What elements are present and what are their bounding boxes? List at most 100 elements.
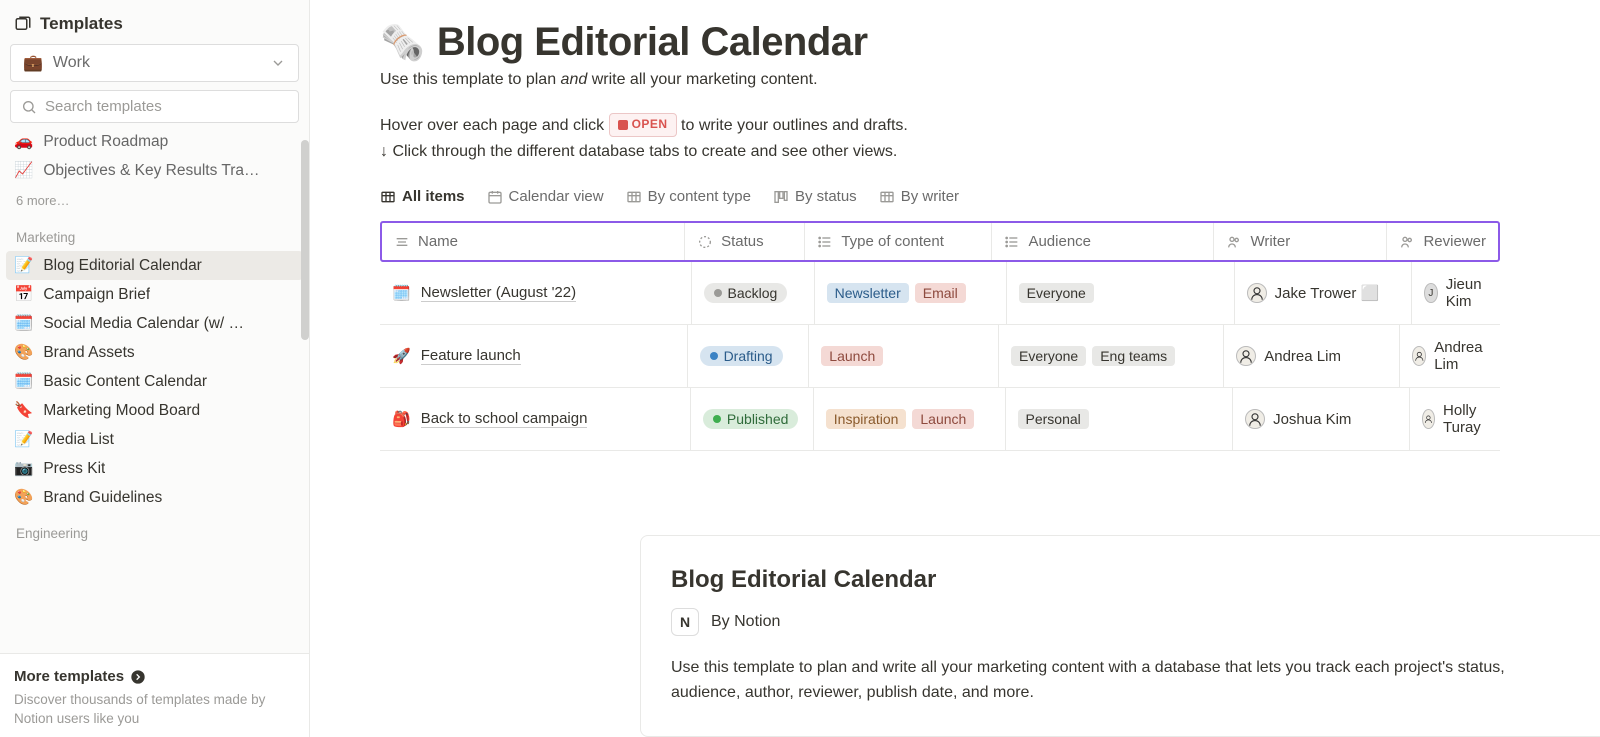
db-tab-label: By status	[795, 188, 857, 205]
search-input-wrapper[interactable]	[10, 90, 299, 123]
status-pill: Published	[703, 409, 799, 429]
row-icon: 🚀	[392, 347, 411, 365]
list-icon	[1004, 234, 1020, 250]
notion-icon: N	[671, 608, 699, 636]
type-tag: Launch	[821, 346, 883, 366]
table-row[interactable]: 🎒 Back to school campaign Published Inspi…	[380, 388, 1500, 451]
db-tab-label: By writer	[901, 188, 959, 205]
sidebar-item[interactable]: 📝Media List	[6, 425, 303, 454]
sidebar-item[interactable]: 📈 Objectives & Key Results Tra…	[6, 156, 303, 185]
page-description: Use this template to plan and write all …	[380, 71, 1500, 89]
avatar	[1247, 283, 1267, 303]
column-header-name[interactable]: Name	[382, 223, 685, 260]
writer-name: Andrea Lim	[1264, 348, 1341, 365]
db-tab[interactable]: By writer	[879, 188, 959, 205]
sidebar-item-label: Brand Guidelines	[43, 489, 162, 507]
audience-tag: Eng teams	[1092, 346, 1175, 366]
templates-header-label: Templates	[40, 14, 123, 34]
row-icon: 🎒	[392, 410, 411, 428]
writer-name: Jake Trower ⬜	[1275, 284, 1380, 302]
board-icon	[773, 189, 789, 205]
writer-name: Joshua Kim	[1273, 411, 1351, 428]
sidebar-item[interactable]: 🎨 Brand Assets	[6, 338, 303, 367]
type-tag: Inspiration	[826, 409, 907, 429]
people-icon	[1399, 234, 1415, 250]
sidebar-section-label: Engineering	[6, 512, 303, 547]
status-icon	[697, 234, 713, 250]
list-icon	[817, 234, 833, 250]
column-header-type[interactable]: Type of content	[805, 223, 992, 260]
type-tag: Newsletter	[827, 283, 909, 303]
sidebar-item-label: Press Kit	[43, 460, 105, 478]
status-pill: Drafting	[700, 346, 783, 366]
audience-tag: Personal	[1018, 409, 1089, 429]
calendar-icon	[487, 189, 503, 205]
sidebar-item-label: Social Media Calendar (w/ …	[43, 315, 244, 333]
more-templates-desc: Discover thousands of templates made by …	[14, 691, 295, 729]
chevron-down-icon	[270, 55, 286, 71]
sidebar-item[interactable]: 📅Campaign Brief	[6, 280, 303, 309]
item-icon: 📷	[14, 459, 33, 478]
row-title[interactable]: Feature launch	[421, 347, 521, 365]
sidebar-item[interactable]: 🎨 Brand Guidelines	[6, 483, 303, 512]
sidebar-item-label: Basic Content Calendar	[43, 373, 207, 391]
table-header-row: Name Status Type of content Audience Wri…	[380, 221, 1500, 262]
sidebar-more-link[interactable]: 6 more…	[6, 185, 303, 216]
table-row[interactable]: 🗓️Newsletter (August '22) Backlog Newsle…	[380, 262, 1500, 325]
db-tab-label: By content type	[648, 188, 751, 205]
more-templates-title[interactable]: More templates	[14, 668, 124, 685]
column-header-writer[interactable]: Writer	[1214, 223, 1387, 260]
avatar	[1412, 346, 1427, 366]
page-icon: 🗞️	[380, 22, 425, 64]
sidebar: Templates 💼 Work 🚗Product Roadmap📈Object	[0, 0, 310, 737]
audience-tag: Everyone	[1011, 346, 1086, 366]
workspace-select[interactable]: 💼 Work	[10, 44, 299, 82]
sidebar-item[interactable]: 🗓️Social Media Calendar (w/ …	[6, 309, 303, 338]
text-icon	[394, 234, 410, 250]
people-icon	[1226, 234, 1242, 250]
status-pill: Backlog	[704, 283, 788, 303]
template-card-title: Blog Editorial Calendar	[671, 566, 936, 594]
row-title[interactable]: Newsletter (August '22)	[421, 284, 576, 302]
template-card-desc: Use this template to plan and write all …	[671, 656, 1551, 706]
sidebar-item[interactable]: 📝Blog Editorial Calendar	[6, 251, 303, 280]
item-icon: 🎨	[14, 343, 33, 362]
search-input[interactable]	[45, 98, 288, 115]
page-title: Blog Editorial Calendar	[437, 20, 868, 65]
column-header-status[interactable]: Status	[685, 223, 805, 260]
column-header-audience[interactable]: Audience	[992, 223, 1214, 260]
sidebar-item[interactable]: 📷 Press Kit	[6, 454, 303, 483]
writer-person: Jake Trower ⬜	[1247, 283, 1380, 303]
template-info-card: Blog Editorial Calendar N By Notion Get …	[640, 535, 1600, 737]
sidebar-item[interactable]: 🚗Product Roadmap	[6, 127, 303, 156]
item-icon: 🗓️	[14, 372, 33, 391]
writer-person: Joshua Kim	[1245, 409, 1351, 429]
sidebar-item[interactable]: 🔖 Marketing Mood Board	[6, 396, 303, 425]
sidebar-item[interactable]: 🗓️ Basic Content Calendar	[6, 367, 303, 396]
sidebar-scrollbar[interactable]	[301, 140, 309, 340]
reviewer-name: Jieun Kim	[1446, 276, 1488, 310]
reviewer-name: Andrea Lim	[1434, 339, 1488, 373]
writer-person: Andrea Lim	[1236, 346, 1341, 366]
sidebar-item-label: Brand Assets	[43, 344, 134, 362]
db-tab[interactable]: By content type	[626, 188, 751, 205]
table-row[interactable]: 🚀 Feature launch Drafting Launch Everyone…	[380, 325, 1500, 388]
avatar: J	[1424, 283, 1438, 303]
sidebar-item-label: Objectives & Key Results Tra…	[43, 162, 259, 180]
item-icon: 📝	[14, 256, 33, 275]
type-tag: Launch	[912, 409, 974, 429]
table-icon	[879, 189, 895, 205]
item-icon: 🎨	[14, 488, 33, 507]
column-header-reviewer[interactable]: Reviewer	[1387, 223, 1498, 260]
row-title[interactable]: Back to school campaign	[421, 410, 588, 428]
item-icon: 🔖	[14, 401, 33, 420]
reviewer-person: J Jieun Kim	[1424, 276, 1488, 310]
item-icon: 📈	[14, 161, 33, 180]
table-icon	[626, 189, 642, 205]
db-tab[interactable]: All items	[380, 188, 465, 205]
db-tab[interactable]: By status	[773, 188, 857, 205]
open-badge: OPEN	[609, 113, 677, 136]
avatar	[1422, 409, 1435, 429]
sidebar-item-label: Marketing Mood Board	[43, 402, 200, 420]
db-tab[interactable]: Calendar view	[487, 188, 604, 205]
